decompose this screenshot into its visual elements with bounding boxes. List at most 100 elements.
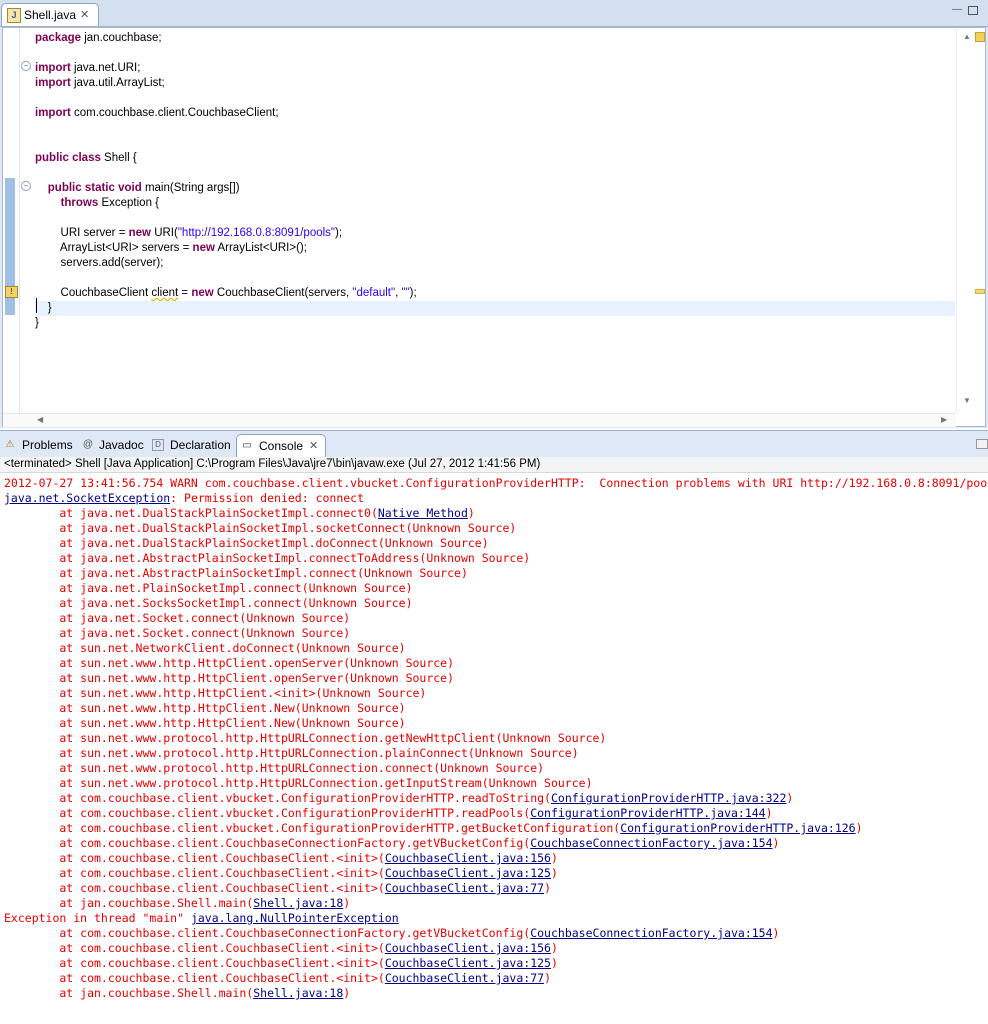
stack-trace-link[interactable]: CouchbaseClient.java:77	[385, 971, 544, 985]
code-editor[interactable]: ! − − package jan.couchbase; import java.…	[2, 27, 986, 427]
console-text: at java.net.AbstractPlainSocketImpl.conn…	[4, 566, 468, 580]
stack-trace-link[interactable]: Shell.java:18	[253, 896, 343, 910]
tab-problems[interactable]: ⚠ Problems	[2, 434, 76, 456]
console-text: at java.net.SocksSocketImpl.connect(Unkn…	[4, 596, 413, 610]
code-token: void	[118, 182, 142, 194]
console-line: at java.net.SocksSocketImpl.connect(Unkn…	[4, 596, 413, 611]
console-text: )	[772, 926, 780, 940]
vertical-ruler: !	[3, 28, 20, 413]
code-token: new	[191, 287, 214, 299]
console-text: at com.couchbase.client.CouchbaseClient.…	[4, 971, 385, 985]
minimize-icon[interactable]	[976, 439, 988, 449]
console-text: at java.net.DualStackPlainSocketImpl.soc…	[4, 521, 517, 535]
console-line: at java.net.DualStackPlainSocketImpl.soc…	[4, 521, 516, 536]
console-icon: ▭	[242, 440, 252, 451]
stack-trace-link[interactable]: CouchbaseClient.java:125	[385, 956, 551, 970]
console-line: at com.couchbase.client.CouchbaseClient.…	[4, 851, 558, 866]
console-text: )	[772, 836, 780, 850]
stack-trace-link[interactable]: Native Method	[378, 506, 468, 520]
tab-javadoc[interactable]: @ Javadoc	[80, 434, 146, 456]
console-text: 2012-07-27 13:41:56.754 WARN com.couchba…	[4, 476, 988, 490]
code-text-area[interactable]: package jan.couchbase; import java.net.UR…	[35, 28, 955, 413]
console-text: : Permission denied: connect	[170, 491, 365, 505]
code-line: ArrayList<URI> servers = new ArrayList<U…	[35, 241, 307, 256]
code-token: ArrayList<URI> servers =	[35, 242, 193, 254]
console-text: )	[855, 821, 863, 835]
scroll-down-icon[interactable]: ▼	[963, 396, 971, 405]
console-text: at jan.couchbase.Shell.main(	[4, 986, 254, 1000]
console-line: at com.couchbase.client.vbucket.Configur…	[4, 821, 863, 836]
code-line: }	[35, 301, 955, 316]
code-token: java.util.ArrayList;	[70, 77, 165, 89]
fold-toggle-icon[interactable]: −	[21, 61, 31, 71]
console-line: at sun.net.www.http.HttpClient.<init>(Un…	[4, 686, 426, 701]
code-token: import	[35, 62, 71, 74]
code-token: Shell {	[100, 152, 137, 164]
console-output[interactable]: 2012-07-27 13:41:56.754 WARN com.couchba…	[0, 474, 988, 1024]
console-text: at java.net.Socket.connect(Unknown Sourc…	[4, 626, 351, 640]
console-text: )	[550, 956, 558, 970]
editor-tab-label: Shell.java	[24, 8, 77, 22]
tab-declaration[interactable]: D Declaration	[150, 434, 234, 456]
vertical-scrollbar[interactable]: ▲ ▼	[956, 28, 985, 413]
console-line: at com.couchbase.client.CouchbaseClient.…	[4, 956, 558, 971]
close-icon[interactable]: ✕	[80, 4, 89, 26]
console-line: at java.net.AbstractPlainSocketImpl.conn…	[4, 551, 530, 566]
scroll-up-icon[interactable]: ▲	[963, 32, 971, 41]
console-line: at com.couchbase.client.vbucket.Configur…	[4, 806, 772, 821]
stack-trace-link[interactable]: ConfigurationProviderHTTP.java:126	[620, 821, 855, 835]
console-text: at sun.net.NetworkClient.doConnect(Unkno…	[4, 641, 406, 655]
console-text: at java.net.PlainSocketImpl.connect(Unkn…	[4, 581, 413, 595]
stack-trace-link[interactable]: ConfigurationProviderHTTP.java:144	[530, 806, 765, 820]
console-text: at com.couchbase.client.vbucket.Configur…	[4, 791, 551, 805]
stack-trace-link[interactable]: java.lang.NullPointerException	[191, 911, 399, 925]
warning-icon[interactable]: !	[5, 286, 18, 298]
console-process-header: <terminated> Shell [Java Application] C:…	[0, 457, 988, 473]
code-token: ArrayList<URI>();	[214, 242, 307, 254]
overview-warning-summary-icon[interactable]	[975, 32, 985, 42]
code-token: CouchbaseClient	[35, 287, 152, 299]
stack-trace-link[interactable]: CouchbaseClient.java:156	[385, 941, 551, 955]
stack-trace-link[interactable]: CouchbaseClient.java:125	[385, 866, 551, 880]
stack-trace-link[interactable]: java.net.SocketException	[4, 491, 170, 505]
stack-trace-link[interactable]: Shell.java:18	[253, 986, 343, 1000]
stack-trace-link[interactable]: ConfigurationProviderHTTP.java:322	[551, 791, 786, 805]
stack-trace-link[interactable]: CouchbaseClient.java:156	[385, 851, 551, 865]
stack-trace-link[interactable]: CouchbaseClient.java:77	[385, 881, 544, 895]
scroll-right-icon[interactable]: ▶	[941, 415, 947, 424]
console-text: at java.net.DualStackPlainSocketImpl.doC…	[4, 536, 489, 550]
console-line: at sun.net.www.protocol.http.HttpURLConn…	[4, 761, 544, 776]
console-line: at sun.net.www.http.HttpClient.New(Unkno…	[4, 701, 406, 716]
maximize-icon[interactable]	[968, 6, 978, 15]
minimize-icon[interactable]: —	[952, 5, 962, 15]
code-line: import java.util.ArrayList;	[35, 76, 165, 91]
console-text: at com.couchbase.client.CouchbaseConnect…	[4, 836, 531, 850]
code-token: );	[335, 227, 343, 239]
overview-warning-marker[interactable]	[975, 289, 985, 294]
console-text: at sun.net.www.http.HttpClient.New(Unkno…	[4, 701, 406, 715]
tab-console[interactable]: ▭ Console ✕	[236, 434, 326, 457]
tab-label: Javadoc	[99, 438, 144, 452]
code-token: new	[128, 227, 151, 239]
fold-toggle-icon[interactable]: −	[21, 181, 31, 191]
scroll-left-icon[interactable]: ◀	[37, 415, 43, 424]
code-token: client	[151, 287, 179, 299]
console-line: at java.net.AbstractPlainSocketImpl.conn…	[4, 566, 468, 581]
code-line: CouchbaseClient client = new CouchbaseCl…	[35, 286, 417, 301]
code-token: import	[35, 107, 71, 119]
stack-trace-link[interactable]: CouchbaseConnectionFactory.java:154	[530, 926, 772, 940]
close-icon[interactable]: ✕	[309, 435, 318, 457]
code-token: URI(	[151, 227, 178, 239]
console-text: )	[550, 851, 558, 865]
horizontal-scrollbar[interactable]: ◀ ▶	[3, 413, 956, 427]
code-token: =	[178, 287, 192, 299]
console-line: at sun.net.www.http.HttpClient.New(Unkno…	[4, 716, 405, 731]
code-token: new	[192, 242, 215, 254]
code-token: servers.add(server);	[35, 257, 164, 269]
folding-column: − −	[20, 28, 34, 413]
editor-tab-shell-java[interactable]: J Shell.java ✕	[1, 3, 99, 26]
console-process-label: <terminated> Shell [Java Application] C:…	[4, 458, 541, 470]
stack-trace-link[interactable]: CouchbaseConnectionFactory.java:154	[530, 836, 772, 850]
console-text: at com.couchbase.client.CouchbaseClient.…	[4, 941, 385, 955]
